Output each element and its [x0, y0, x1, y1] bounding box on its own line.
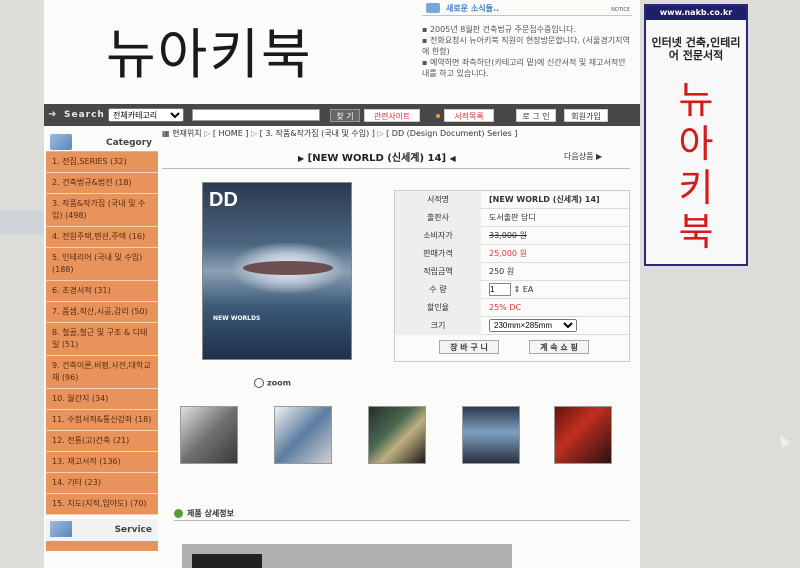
magnifier-icon — [254, 378, 264, 388]
sidebar-category-item[interactable]: 14. 기타 (23) — [46, 473, 158, 494]
category-title: Category — [105, 138, 152, 148]
sidebar-category-item[interactable]: 7. 품셈,적산,시공,감리 (50) — [46, 302, 158, 323]
notice-title: 새로운 소식들.. — [446, 4, 500, 13]
sidebar-category-item[interactable]: 8. 철골,철근 및 구조 & 디테일 (51) — [46, 323, 158, 356]
cover-logo: DD — [209, 189, 238, 211]
sidebar-category-item[interactable]: 4. 전원주택,펜션,주택 (16) — [46, 227, 158, 248]
sidebar-category-item[interactable]: 3. 작품&작가집 (국내 및 수입) (498) — [46, 194, 158, 227]
service-header: Service — [46, 519, 158, 541]
banner-description: 인터넷 건축,인테리어 전문서적 — [651, 36, 741, 62]
product-info-table: 서적명 [NEW WORLD (신세계) 14] 출판사 도서출판 담디 소비자가 3… — [394, 190, 630, 362]
banner-logo: 뉴 아 키 북 — [678, 78, 714, 254]
next-product-link[interactable]: 다음상품 ▶ — [564, 151, 602, 162]
category-header: Category — [46, 134, 158, 152]
site-logo[interactable]: 뉴아키북 — [106, 10, 313, 89]
divider — [174, 520, 630, 521]
thumbnail[interactable] — [462, 406, 520, 464]
find-button[interactable]: 찾 기 — [330, 109, 360, 122]
zoom-button[interactable]: zoom — [254, 378, 291, 388]
info-row: 수 량 ⇕ EA — [395, 281, 629, 299]
divider — [162, 168, 630, 169]
plus-circle-icon — [174, 509, 183, 518]
notice-list: ▪ 2005년 8월판 건축법규 주문접수중입니다. ▪ 전화요청시 뉴아키북 … — [422, 24, 632, 79]
breadcrumb-label: 현재위치 — [172, 129, 202, 138]
notice-box: 새로운 소식들.. NOTICE ▪ 2005년 8월판 건축법규 주문접수중입… — [422, 2, 632, 98]
thumbnail[interactable] — [274, 406, 332, 464]
spin-icon[interactable]: ⇕ — [514, 285, 521, 294]
sidebar-category-item[interactable]: 1. 전집,SERIES (32) — [46, 152, 158, 173]
related-sites-button[interactable]: 관련사이트 — [364, 109, 420, 122]
sidebar-category-item[interactable]: 6. 조경서적 (31) — [46, 281, 158, 302]
quantity-stepper[interactable] — [489, 283, 511, 296]
notice-item[interactable]: ▪ 예약하면 좌측하단(카테고리 밑)에 신간서적 및 재고서적안내를 하고 있… — [422, 57, 632, 79]
category-list: 1. 전집,SERIES (32) 2. 건축법규&법전 (18) 3. 작품&작가… — [46, 152, 158, 515]
side-banner[interactable]: www.nakb.co.kr 인터넷 건축,인테리어 전문서적 뉴 아 키 북 — [644, 4, 748, 266]
join-button[interactable]: 회원가입 — [564, 109, 608, 122]
arrow-icon: ➜ — [48, 109, 57, 120]
thumbnail[interactable] — [554, 406, 612, 464]
breadcrumb-category[interactable]: [ 3. 작품&작가집 (국내 및 수입) ] — [260, 129, 375, 138]
mouse-cursor — [775, 432, 791, 448]
sidebar-category-item[interactable]: 15. 지도(지적,임야도) (70) — [46, 494, 158, 515]
product-title: [NEW WORLD (신세계) 14] — [307, 153, 447, 164]
sidebar-category-item[interactable]: 2. 건축법규&법전 (18) — [46, 173, 158, 194]
category-sidebar: Category 1. 전집,SERIES (32) 2. 건축법규&법전 (18… — [46, 134, 158, 551]
sidebar-category-item[interactable]: 5. 인테리어 (국내 및 수입) (188) — [46, 248, 158, 281]
product-detail-heading: 제품 상세정보 — [174, 508, 234, 519]
book-list-button[interactable]: 서적목록 — [444, 109, 494, 122]
main-page: 뉴아키북 새로운 소식들.. NOTICE ▪ 2005년 8월판 건축법규 주… — [44, 0, 640, 568]
info-row: 출판사 도서출판 담디 — [395, 209, 629, 227]
info-row: 서적명 [NEW WORLD (신세계) 14] — [395, 191, 629, 209]
info-row: 소비자가 33,000 원 — [395, 227, 629, 245]
sidebar-category-item[interactable]: 13. 재고서적 (136) — [46, 452, 158, 473]
sidebar-category-item[interactable]: 9. 건축이론,비평,사전,대학교재 (96) — [46, 356, 158, 389]
product-cover-image[interactable]: DD NEW WORLDS — [202, 182, 352, 360]
quantity-unit: EA — [522, 285, 534, 294]
action-buttons: 장 바 구 니 계 속 쇼 핑 — [395, 335, 629, 361]
notice-item[interactable]: ▪ 2005년 8월판 건축법규 주문접수중입니다. — [422, 24, 632, 35]
search-label: Search — [64, 110, 105, 120]
service-title: Service — [114, 525, 152, 535]
info-row: 적립금액 250 원 — [395, 263, 629, 281]
service-item[interactable] — [46, 541, 158, 551]
books-icon — [50, 521, 72, 537]
background-window-edge — [0, 210, 44, 234]
sidebar-category-item[interactable]: 11. 수험서적&통신강좌 (18) — [46, 410, 158, 431]
triangle-left-icon: ◀ — [449, 154, 456, 163]
books-icon — [50, 134, 72, 150]
notice-item[interactable]: ▪ 전화요청시 뉴아키북 직원이 현장방문합니다. (서울경기지역에 한함) — [422, 35, 632, 57]
cart-button[interactable]: 장 바 구 니 — [439, 340, 499, 354]
thumbnail[interactable] — [368, 406, 426, 464]
product-title-row: ▶ [NEW WORLD (신세계) 14] ◀ — [298, 149, 456, 164]
info-row: 판매가격 25,000 원 — [395, 245, 629, 263]
breadcrumb-series[interactable]: [ DD (Design Document) Series ] — [386, 129, 517, 138]
triangle-right-icon: ▶ — [298, 154, 305, 163]
info-row: 크기 230mm×285mm — [395, 317, 629, 335]
category-select[interactable]: 전체카테고리 — [108, 108, 184, 122]
breadcrumb: ▦ 현재위치 ▷ [ HOME ] ▷ [ 3. 작품&작가집 (국내 및 수입… — [162, 129, 518, 138]
search-input[interactable] — [192, 109, 320, 121]
login-button[interactable]: 로 그 인 — [516, 109, 556, 122]
location-icon: ▦ — [162, 129, 170, 138]
banner-url: www.nakb.co.kr — [646, 6, 746, 20]
notice-tag: NOTICE — [611, 7, 630, 13]
sidebar-category-item[interactable]: 10. 월간지 (34) — [46, 389, 158, 410]
info-row: 할인율 25% DC — [395, 299, 629, 317]
notice-icon — [426, 3, 440, 13]
cover-artwork-object — [243, 261, 333, 275]
bullet-icon — [436, 114, 440, 118]
notice-header: 새로운 소식들.. NOTICE — [422, 2, 632, 16]
continue-shopping-button[interactable]: 계 속 쇼 핑 — [529, 340, 589, 354]
sidebar-category-item[interactable]: 12. 전통(고)건축 (21) — [46, 431, 158, 452]
detail-image — [182, 544, 512, 568]
size-select[interactable]: 230mm×285mm — [489, 319, 577, 332]
breadcrumb-home[interactable]: [ HOME ] — [213, 129, 249, 138]
thumbnail[interactable] — [180, 406, 238, 464]
cover-title: NEW WORLDS — [213, 315, 261, 322]
search-bar: ➜ Search 전체카테고리 찾 기 관련사이트 서적목록 로 그 인 회원가… — [44, 104, 640, 126]
